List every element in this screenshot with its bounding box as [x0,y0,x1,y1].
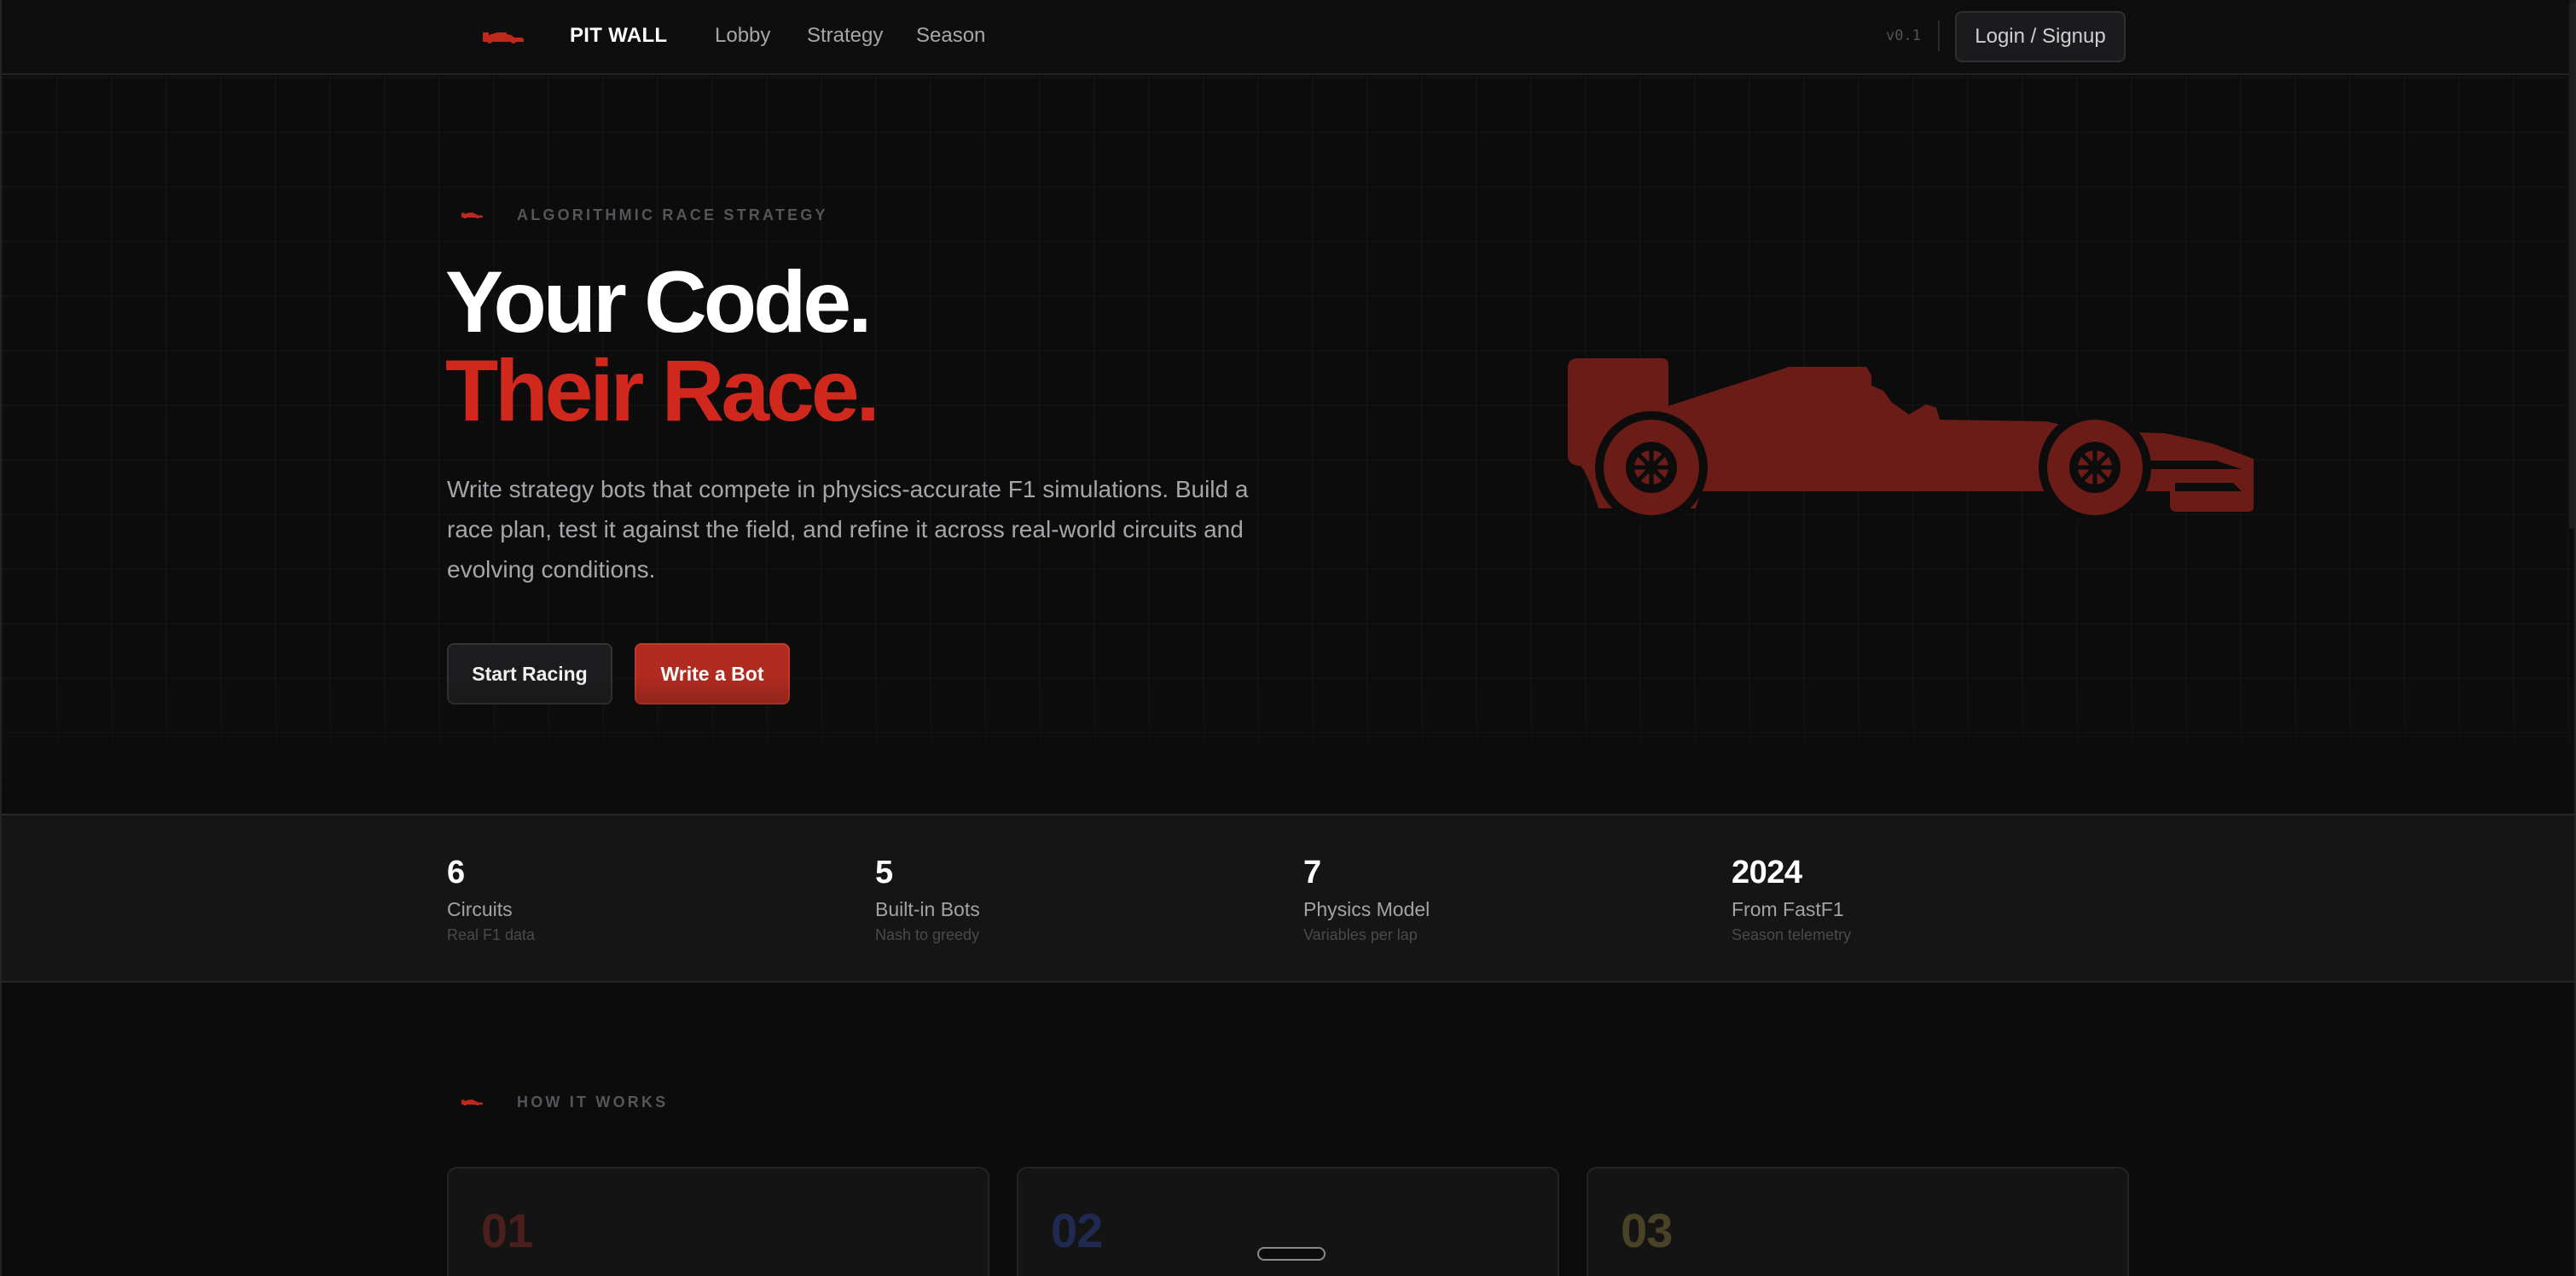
step-number: 01 [481,1204,533,1257]
stat-label: From FastF1 [1732,898,1844,920]
top-nav: PIT WALL Lobby Strategy Season v0.1 Logi… [2,0,2574,75]
hero-description: Write strategy bots that compete in phys… [447,476,1249,583]
nav-divider [1938,20,1940,51]
stat-value: 5 [875,855,893,890]
how-it-works-eyebrow: HOW IT WORKS [461,1092,668,1112]
stat-sublabel: Real F1 data [447,926,536,943]
stat-circuits: 6 Circuits Real F1 data [447,855,839,944]
hero-section: ALGORITHMIC RACE STRATEGY Your Code. The… [2,77,2574,814]
step-card-3: 03 [1587,1167,2129,1276]
scrollbar[interactable] [2569,0,2574,529]
step-number: 03 [1621,1204,1673,1257]
stat-label: Physics Model [1303,898,1430,920]
page: PIT WALL Lobby Strategy Season v0.1 Logi… [0,0,2576,1276]
nav-link-season[interactable]: Season [916,24,985,48]
hero-eyebrow: ALGORITHMIC RACE STRATEGY [461,205,828,225]
brand-name[interactable]: PIT WALL [570,24,667,48]
stat-sublabel: Variables per lap [1303,926,1418,943]
stat-built-in-bots: 5 Built-in Bots Nash to greedy [875,855,1268,944]
how-it-works-section: HOW IT WORKS 01 02 03 [2,983,2574,1276]
hero-title-line-1: Your Code. [445,253,872,351]
stat-fastf1: 2024 From FastF1 Season telemetry [1732,855,2124,944]
stat-value: 7 [1303,855,1321,890]
scroll-indicator[interactable] [1257,1247,1326,1261]
stat-sublabel: Season telemetry [1732,926,1852,943]
stat-value: 6 [447,855,465,890]
f1-car-illustration [1568,358,2254,522]
nav-link-strategy[interactable]: Strategy [807,24,883,48]
stat-label: Circuits [447,898,513,920]
f1-car-icon [461,212,483,219]
hero-bottom-fade [2,677,2574,814]
hero-eyebrow-text: ALGORITHMIC RACE STRATEGY [517,206,828,223]
nav-link-lobby[interactable]: Lobby [715,24,770,48]
stat-label: Built-in Bots [875,898,980,920]
hero-title: Your Code. Their Race. [445,253,880,439]
stats-bar: 6 Circuits Real F1 data 5 Built-in Bots … [2,814,2574,983]
stat-physics-model: 7 Physics Model Variables per lap [1303,855,1696,944]
stat-sublabel: Nash to greedy [875,926,980,943]
f1-car-logo-icon[interactable] [481,29,524,44]
stat-value: 2024 [1732,855,1802,890]
step-card-1: 01 [447,1167,989,1276]
login-signup-button[interactable]: Login / Signup [1955,11,2126,62]
how-it-works-heading: HOW IT WORKS [517,1093,669,1111]
step-number: 02 [1051,1204,1103,1257]
version-label: v0.1 [1886,27,1921,44]
hero-title-line-2: Their Race. [445,342,880,439]
f1-car-icon [461,1099,483,1106]
